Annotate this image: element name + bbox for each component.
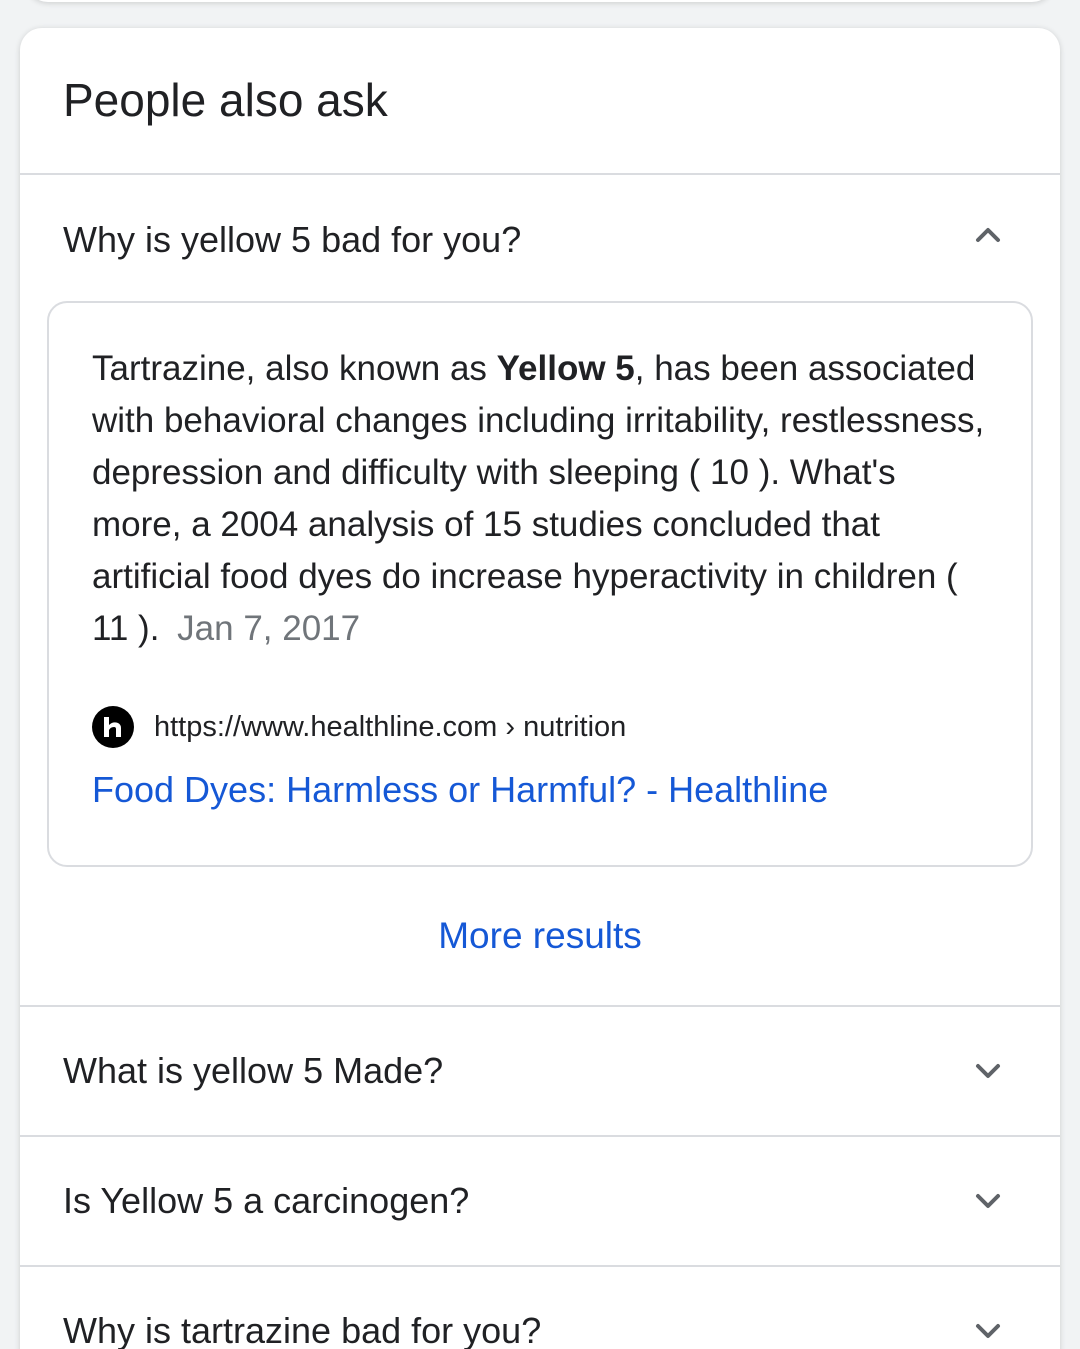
healthline-favicon-icon (92, 706, 134, 748)
chevron-up-icon[interactable] (968, 215, 1008, 255)
result-title-link[interactable]: Food Dyes: Harmless or Harmful? - Health… (92, 769, 989, 811)
question-row[interactable]: What is yellow 5 Made? (20, 1007, 1060, 1135)
question-row-expanded[interactable]: Why is yellow 5 bad for you? (20, 175, 1060, 301)
people-also-ask-card: People also ask Why is yellow 5 bad for … (20, 28, 1060, 1349)
section-title: People also ask (20, 28, 1060, 175)
question-row[interactable]: Is Yellow 5 a carcinogen? (20, 1137, 1060, 1265)
answer-panel: Tartrazine, also known as Yellow 5, has … (47, 301, 1033, 867)
chevron-down-icon[interactable] (968, 1311, 1008, 1349)
answer-text-rest: , has been associated with behavioral ch… (92, 349, 985, 648)
question-text: What is yellow 5 Made? (63, 1050, 444, 1091)
answer-date: Jan 7, 2017 (177, 609, 361, 648)
previous-result-card (26, 0, 1054, 2)
question-text: Why is yellow 5 bad for you? (63, 219, 522, 260)
source-url: https://www.healthline.com › nutrition (154, 710, 627, 743)
more-results-link[interactable]: More results (20, 867, 1060, 1005)
source-row[interactable]: https://www.healthline.com › nutrition (92, 705, 989, 749)
question-text: Is Yellow 5 a carcinogen? (63, 1180, 470, 1221)
chevron-down-icon[interactable] (968, 1181, 1008, 1221)
answer-highlight: Yellow 5 (496, 349, 635, 388)
question-row[interactable]: Why is tartrazine bad for you? (20, 1267, 1060, 1349)
question-text: Why is tartrazine bad for you? (63, 1310, 542, 1349)
answer-snippet: Tartrazine, also known as Yellow 5, has … (92, 343, 989, 655)
answer-text-start: Tartrazine, also known as (92, 349, 497, 388)
chevron-down-icon[interactable] (968, 1051, 1008, 1091)
